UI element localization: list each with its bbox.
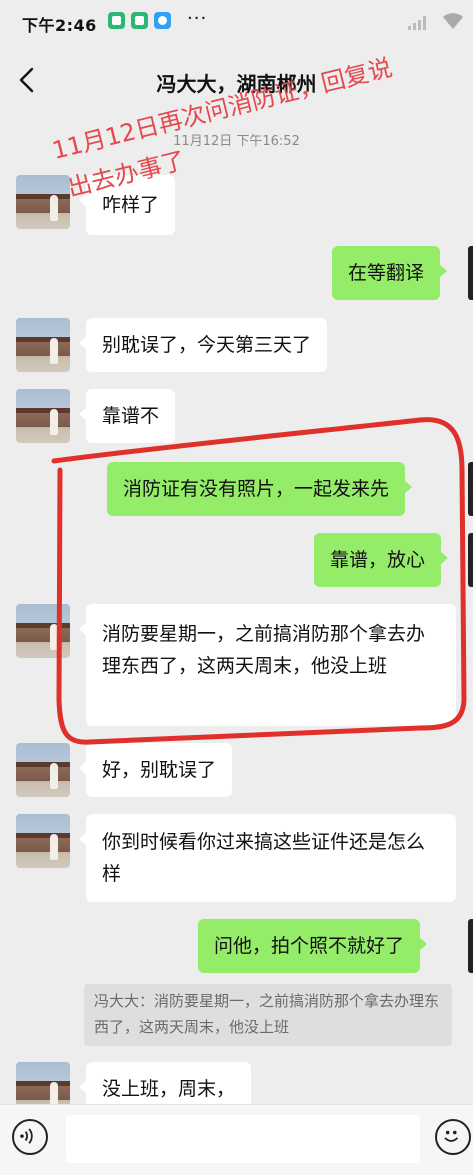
message-bubble[interactable]: 消防要星期一，之前搞消防那个拿去办理东西了，这两天周末，他没上班 [79,604,456,726]
emoji-icon[interactable] [435,1119,471,1155]
input-bar [0,1104,473,1175]
message-bubble[interactable]: 在等翻译 [332,246,448,300]
app-notification-icon [131,12,148,29]
cloud-icon [154,12,171,29]
message-input[interactable] [66,1115,420,1163]
status-time: 下午2:46 [22,16,97,35]
avatar[interactable] [468,919,473,973]
avatar[interactable] [468,533,473,587]
avatar[interactable] [16,814,70,868]
more-notifications-icon: ··· [187,8,208,29]
message-bubble[interactable]: 消防证有没有照片，一起发来先 [107,462,413,516]
avatar[interactable] [16,389,70,443]
message-bubble[interactable]: 你到时候看你过来搞这些证件还是怎么样 [79,814,456,902]
avatar[interactable] [16,318,70,372]
message-bubble[interactable]: 好，别耽误了 [78,743,233,797]
avatar[interactable] [16,604,70,658]
avatar[interactable] [468,246,473,300]
signal-icon [408,16,426,30]
message-bubble[interactable]: 靠谱，放心 [314,533,449,587]
wifi-icon [443,13,463,29]
status-bar: 下午2:46 ··· [0,0,473,46]
quoted-message[interactable]: 冯大大：消防要星期一，之前搞消防那个拿去办理东西了，这两天周末，他没上班 [84,984,452,1046]
message-bubble[interactable]: 别耽误了，今天第三天了 [78,318,328,372]
message-bubble[interactable]: 靠谱不 [78,389,176,443]
voice-icon[interactable] [12,1119,48,1155]
message-bubble[interactable]: 问他，拍个照不就好了 [198,919,428,973]
avatar[interactable] [16,743,70,797]
avatar[interactable] [468,462,473,516]
app-notification-icon [108,12,125,29]
